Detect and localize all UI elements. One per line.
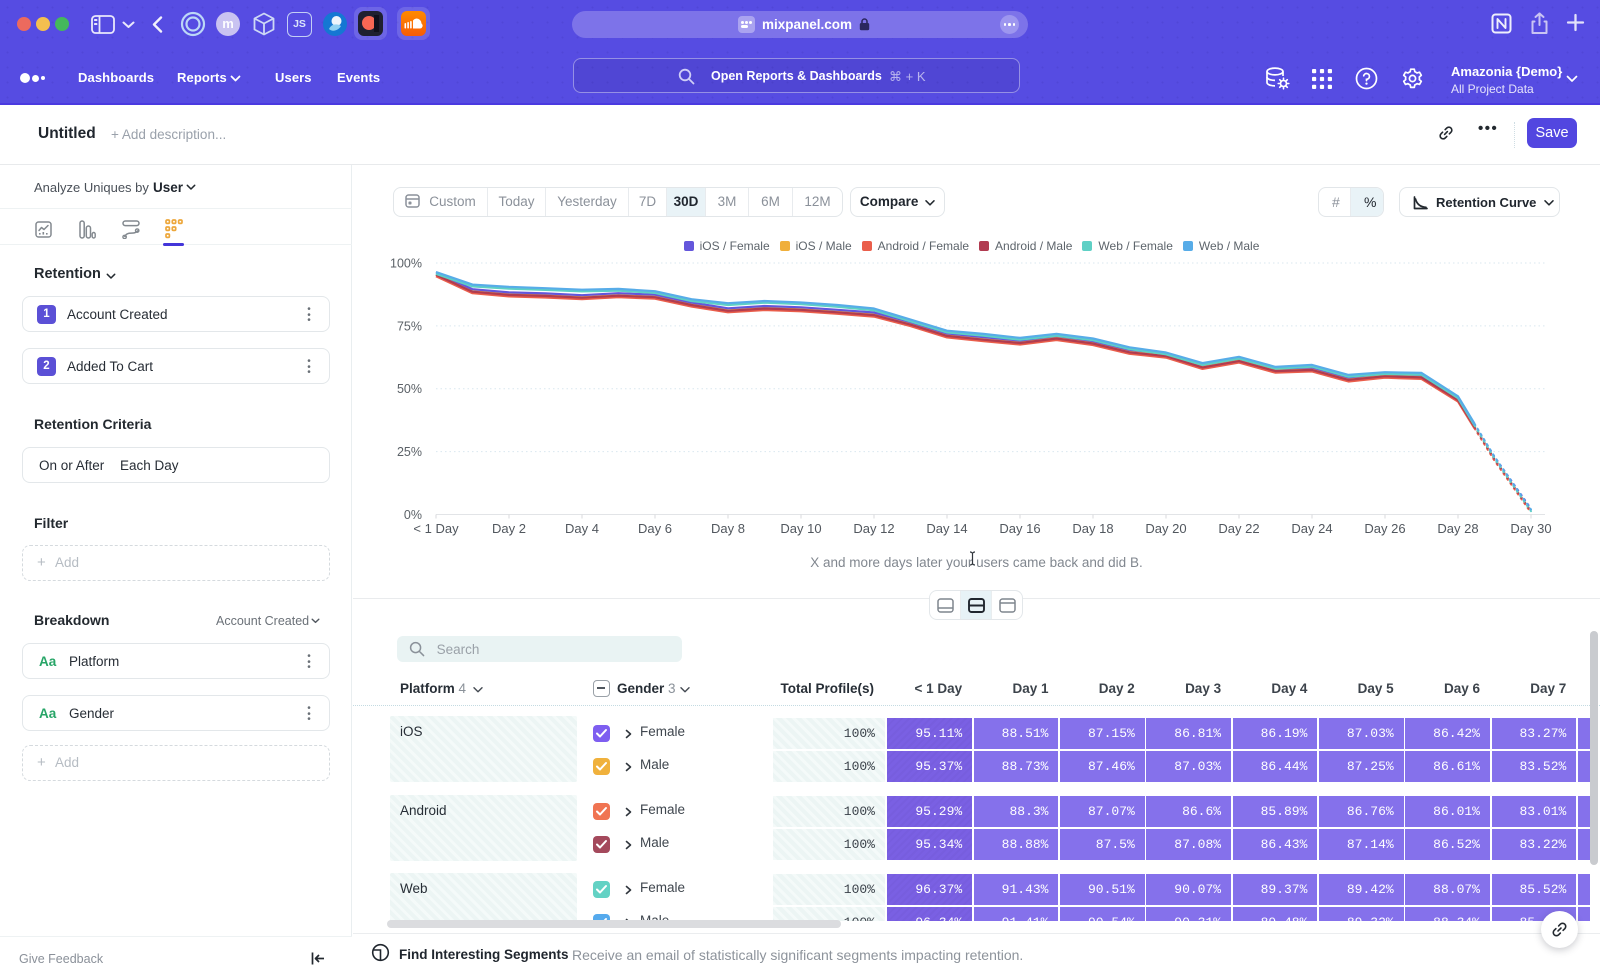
- svg-text:Day 22: Day 22: [1218, 521, 1259, 536]
- svg-text:0%: 0%: [404, 508, 422, 522]
- svg-text:Day 10: Day 10: [780, 521, 821, 536]
- svg-text:< 1 Day: < 1 Day: [413, 521, 459, 536]
- svg-text:Day 2: Day 2: [492, 521, 526, 536]
- svg-text:100%: 100%: [390, 257, 422, 271]
- svg-text:75%: 75%: [397, 319, 422, 333]
- svg-text:Day 8: Day 8: [711, 521, 745, 536]
- svg-text:Day 14: Day 14: [926, 521, 967, 536]
- svg-text:Day 4: Day 4: [565, 521, 599, 536]
- svg-text:Day 20: Day 20: [1145, 521, 1186, 536]
- svg-text:Day 28: Day 28: [1437, 521, 1478, 536]
- svg-text:Day 6: Day 6: [638, 521, 672, 536]
- svg-text:Day 30: Day 30: [1510, 521, 1551, 536]
- svg-text:Day 18: Day 18: [1072, 521, 1113, 536]
- svg-text:Day 16: Day 16: [999, 521, 1040, 536]
- svg-text:Day 24: Day 24: [1291, 521, 1332, 536]
- svg-text:25%: 25%: [397, 445, 422, 459]
- svg-text:Day 26: Day 26: [1364, 521, 1405, 536]
- svg-text:50%: 50%: [397, 382, 422, 396]
- svg-text:Day 12: Day 12: [853, 521, 894, 536]
